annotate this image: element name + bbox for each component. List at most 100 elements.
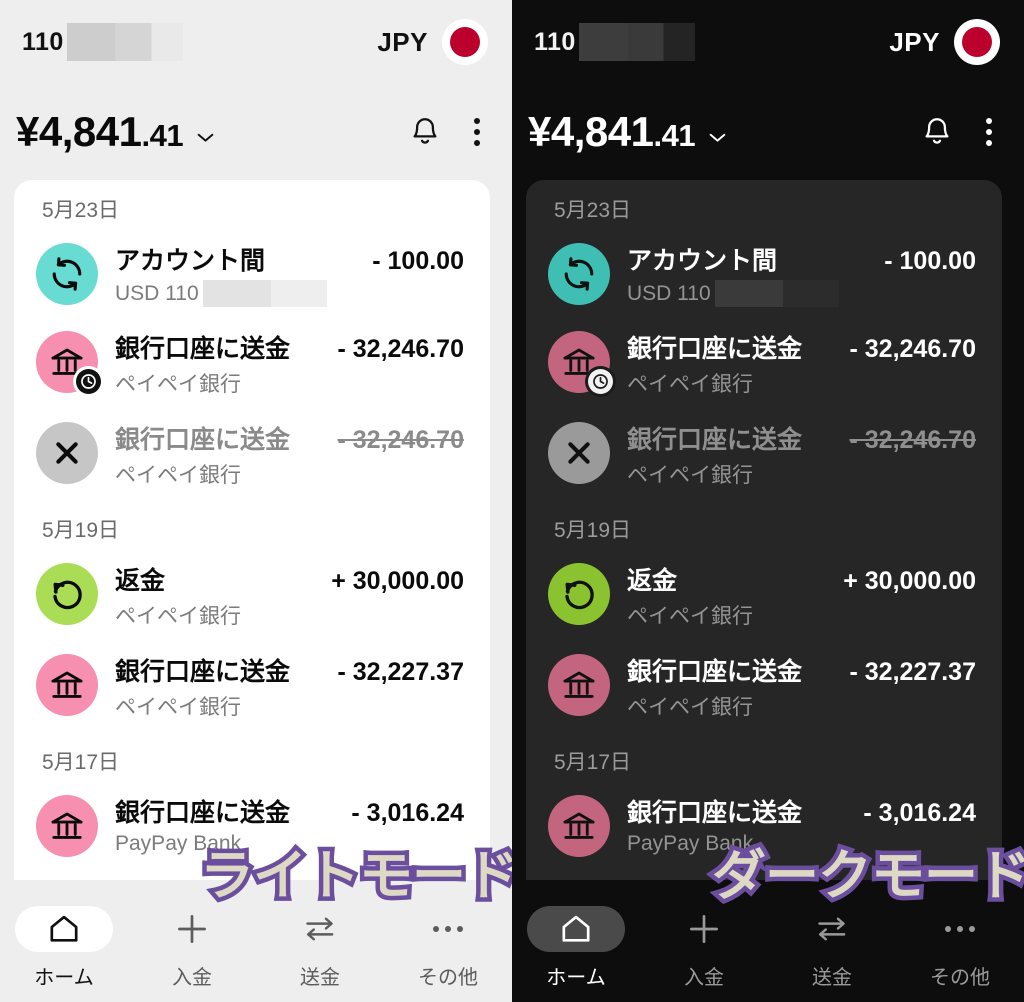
transaction-details: アカウント間 - 100.00 USD 110 — [98, 241, 464, 307]
transaction-amount: + 30,000.00 — [843, 567, 976, 595]
transaction-subtitle-line: USD 110 — [115, 280, 464, 307]
refund-rotate-icon — [548, 563, 610, 625]
sync-arrows-icon — [36, 243, 98, 305]
transaction-row[interactable]: 銀行口座に送金 - 32,246.70 ペイペイ銀行 — [526, 318, 1002, 409]
refund-rotate-icon — [36, 563, 98, 625]
bottom-navigation: ホーム 入金 送金 その他 — [0, 898, 512, 1002]
bank-icon — [36, 654, 98, 716]
nav-item-label: 送金 — [300, 967, 340, 989]
bank-icon — [36, 331, 101, 394]
bell-icon[interactable] — [922, 116, 952, 149]
nav-item-label: 入金 — [684, 967, 724, 989]
balance-actions — [410, 116, 486, 149]
transaction-subtitle-line: ペイペイ銀行 — [627, 600, 976, 630]
balance-actions — [922, 116, 998, 149]
transaction-details: 銀行口座に送金 - 32,246.70 ペイペイ銀行 — [610, 329, 976, 398]
transaction-amount: - 32,227.37 — [337, 658, 465, 686]
chevron-down-icon[interactable] — [196, 130, 215, 142]
carrier-label: 110 — [534, 27, 576, 56]
transaction-primary-line: アカウント間 - 100.00 — [115, 241, 464, 277]
transaction-details: 銀行口座に送金 - 32,246.70 ペイペイ銀行 — [98, 420, 464, 489]
transaction-row[interactable]: アカウント間 - 100.00 USD 110 — [14, 230, 490, 318]
transaction-subtitle: ペイペイ銀行 — [115, 464, 241, 487]
transaction-subtitle-line: ペイペイ銀行 — [627, 459, 976, 489]
more-vertical-icon[interactable] — [474, 118, 480, 146]
currency-label: JPY — [889, 26, 940, 57]
bell-icon[interactable] — [410, 116, 440, 149]
nav-item-label: ホーム — [546, 967, 606, 989]
transaction-title: 銀行口座に送金 — [115, 799, 291, 827]
transaction-subtitle-line: ペイペイ銀行 — [115, 459, 464, 489]
nav-item-transfer-arrows[interactable]: 送金 — [256, 906, 384, 990]
transaction-subtitle-line: ペイペイ銀行 — [627, 368, 976, 398]
transaction-row[interactable]: 銀行口座に送金 - 32,246.70 ペイペイ銀行 — [526, 409, 1002, 500]
transaction-date-header: 5月23日 — [554, 199, 632, 222]
more-vertical-icon[interactable] — [986, 118, 992, 146]
currency-label: JPY — [377, 26, 428, 57]
transaction-amount: - 32,227.37 — [849, 658, 977, 686]
phone-screen-dark: 110 JPY ¥4,841.41 5月23日アカウント間 - 100.00 USD 11… — [512, 0, 1024, 1002]
nav-item-more-horizontal[interactable]: その他 — [384, 906, 512, 990]
nav-item-more-horizontal[interactable]: その他 — [896, 906, 1024, 990]
balance-whole: 4,841 — [38, 108, 142, 155]
phone-screen-light: 110 JPY ¥4,841.41 5月23日 アカウント間 - 100.00 USD 11… — [0, 0, 512, 1002]
transaction-row[interactable]: 銀行口座に送金 - 32,246.70 ペイペイ銀行 — [14, 409, 490, 500]
transaction-title: アカウント間 — [115, 247, 266, 275]
transaction-row[interactable]: 銀行口座に送金 - 32,227.37 ペイペイ銀行 — [526, 641, 1002, 732]
bottom-navigation: ホーム 入金 送金 その他 — [512, 898, 1024, 1002]
japan-flag-icon[interactable] — [954, 19, 1000, 65]
transaction-primary-line: 銀行口座に送金 - 32,246.70 — [115, 420, 464, 456]
transaction-row[interactable]: 返金 + 30,000.00 ペイペイ銀行 — [14, 550, 490, 641]
transaction-title: 返金 — [115, 567, 166, 595]
transaction-title: 返金 — [627, 567, 678, 595]
redacted-account-info — [714, 280, 839, 307]
more-horizontal-icon — [399, 906, 497, 952]
transaction-row[interactable]: 返金 + 30,000.00 ペイペイ銀行 — [526, 550, 1002, 641]
transaction-row[interactable]: アカウント間 - 100.00 USD 110 — [526, 230, 1002, 318]
transaction-amount: - 100.00 — [884, 247, 976, 275]
transaction-row[interactable]: 銀行口座に送金 - 32,246.70 ペイペイ銀行 — [14, 318, 490, 409]
transaction-subtitle: ペイペイ銀行 — [627, 696, 753, 719]
redacted-account-info — [202, 280, 327, 307]
transaction-subtitle: ペイペイ銀行 — [627, 373, 753, 396]
japan-flag-icon[interactable] — [442, 19, 488, 65]
status-bar: 110 JPY — [512, 0, 1024, 84]
transaction-primary-line: 返金 + 30,000.00 — [627, 561, 976, 597]
carrier-label: 110 — [22, 27, 64, 56]
plus-icon — [655, 906, 753, 952]
transaction-details: 銀行口座に送金 - 32,227.37 ペイペイ銀行 — [98, 652, 464, 721]
transaction-primary-line: 銀行口座に送金 - 32,246.70 — [627, 420, 976, 456]
nav-item-plus[interactable]: 入金 — [128, 906, 256, 990]
transaction-primary-line: 銀行口座に送金 - 3,016.24 — [627, 793, 976, 829]
chevron-down-icon[interactable] — [708, 130, 727, 142]
transaction-amount: - 100.00 — [372, 247, 464, 275]
balance-toggle[interactable]: ¥4,841.41 — [16, 108, 215, 156]
theme-watermark-label: ライトモード — [196, 842, 513, 911]
nav-item-label: その他 — [930, 967, 990, 989]
nav-item-label: ホーム — [34, 967, 94, 989]
balance-amount: ¥4,841.41 — [528, 108, 696, 156]
balance-bar: ¥4,841.41 — [512, 84, 1024, 180]
currency-selector[interactable]: JPY — [377, 19, 488, 65]
close-x-icon — [548, 422, 610, 484]
transaction-title: 銀行口座に送金 — [627, 335, 803, 363]
transaction-primary-line: 銀行口座に送金 - 3,016.24 — [115, 793, 464, 829]
nav-item-plus[interactable]: 入金 — [640, 906, 768, 990]
transaction-title: 銀行口座に送金 — [627, 658, 803, 686]
transaction-primary-line: 銀行口座に送金 - 32,246.70 — [115, 329, 464, 365]
balance-toggle[interactable]: ¥4,841.41 — [528, 108, 727, 156]
nav-item-home[interactable]: ホーム — [0, 906, 128, 990]
transaction-subtitle: USD 110 — [115, 281, 199, 305]
currency-selector[interactable]: JPY — [889, 19, 1000, 65]
nav-item-transfer-arrows[interactable]: 送金 — [768, 906, 896, 990]
transfer-arrows-icon — [783, 906, 881, 952]
transaction-primary-line: 銀行口座に送金 - 32,227.37 — [627, 652, 976, 688]
bank-icon — [548, 795, 610, 857]
nav-item-home[interactable]: ホーム — [512, 906, 640, 990]
home-icon — [15, 906, 113, 952]
transaction-list-card: 5月23日 アカウント間 - 100.00 USD 110 銀行口座に送金 - 32,24… — [14, 180, 490, 880]
transaction-details: 銀行口座に送金 - 32,246.70 ペイペイ銀行 — [610, 420, 976, 489]
transaction-date-header: 5月17日 — [42, 751, 120, 774]
transaction-amount: - 32,246.70 — [337, 335, 465, 363]
transaction-row[interactable]: 銀行口座に送金 - 32,227.37 ペイペイ銀行 — [14, 641, 490, 732]
